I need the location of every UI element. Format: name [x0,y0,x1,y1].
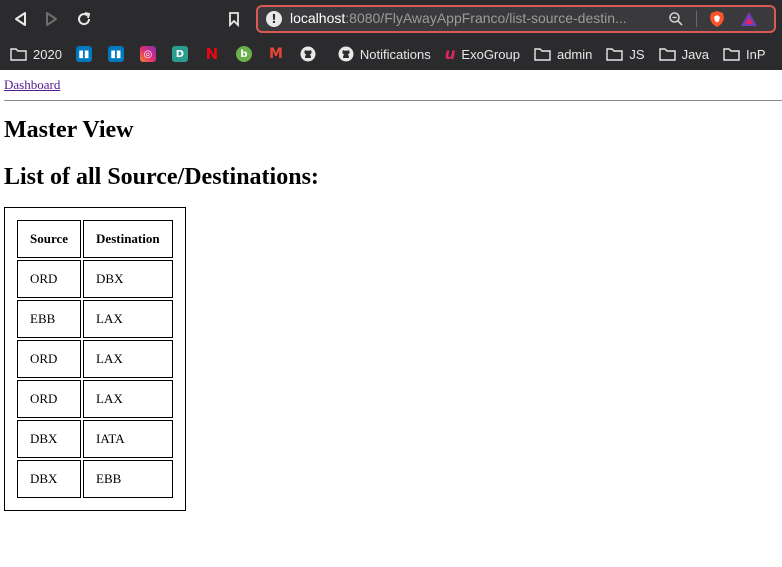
bookmark-label: InP [746,46,766,62]
green-app-icon: b [235,46,252,62]
urlbar-separator [696,11,697,27]
url-host: localhost [290,10,346,26]
folder-icon [723,48,740,61]
reload-button[interactable] [74,9,94,29]
source-cell: EBB [17,300,82,338]
bookmark-d-app[interactable]: D [171,46,188,62]
bookmark-gmail[interactable]: M [268,46,284,62]
bookmark-green-app[interactable]: b [235,46,252,62]
bookmark-github[interactable] [300,46,322,62]
github-icon [338,46,354,62]
browser-toolbar: ! localhost:8080/FlyAwayAppFranco/list-s… [0,0,782,38]
folder-icon [10,48,27,61]
column-header-destination: Destination [83,220,173,258]
back-button[interactable] [10,9,30,29]
divider [4,100,782,101]
forward-icon [46,12,57,26]
destination-cell: LAX [83,300,173,338]
page-title: Master View [4,117,134,143]
table-row: DBX IATA [17,420,173,458]
folder-icon [606,48,624,61]
page-content: Dashboard Master View List of all Source… [0,70,782,511]
destination-cell: DBX [83,260,173,298]
bookmark-exogroup[interactable]: u ExoGroup [445,45,520,63]
destination-cell: LAX [83,340,173,378]
page-subtitle: List of all Source/Destinations: [4,164,319,190]
source-cell: DBX [17,460,82,498]
bookmark-label: admin [556,46,593,62]
trello-icon: ▮▮ [75,46,92,62]
bookmark-folder-java[interactable]: Java [658,46,710,62]
bookmark-label: ExoGroup [461,46,520,62]
exogroup-icon: u [444,45,456,63]
zoom-icon[interactable] [668,11,684,32]
bookmark-netflix[interactable]: N [204,45,220,63]
table-row: ORD LAX [17,380,173,418]
bookmark-label: Notifications [359,46,431,62]
bookmark-label: 2020 [33,46,62,62]
browser-chrome: ! localhost:8080/FlyAwayAppFranco/list-s… [0,0,782,70]
source-cell: DBX [17,420,82,458]
dashboard-link[interactable]: Dashboard [4,77,60,92]
url-text[interactable]: localhost:8080/FlyAwayAppFranco/list-sou… [290,10,654,26]
reload-icon [78,12,91,26]
bookmark-folder-inp[interactable]: InP [723,47,766,62]
brave-rewards-icon[interactable] [740,10,758,33]
routes-table: Source Destination ORD DBX EBB LAX ORD L… [4,207,186,511]
table-row: ORD LAX [17,340,173,378]
destination-cell: IATA [83,420,173,458]
instagram-icon: ◎ [139,46,156,62]
url-path: :8080/FlyAwayAppFranco/list-source-desti… [345,10,627,26]
bookmark-icon [229,12,239,27]
folder-icon [534,48,551,61]
brave-shields-icon[interactable] [708,10,726,33]
table-row: DBX EBB [17,460,173,498]
bookmarks-bar: 2020 ▮▮ ▮▮ ◎ D N b M Notifications u Exo… [0,38,782,70]
bookmark-trello-1[interactable]: ▮▮ [75,46,92,62]
source-cell: ORD [17,340,82,378]
trello-icon: ▮▮ [107,46,124,62]
bookmark-folder-js[interactable]: JS [606,46,645,62]
site-info-icon[interactable]: ! [266,11,282,27]
bookmark-folder-admin[interactable]: admin [534,47,592,62]
bookmark-instagram[interactable]: ◎ [139,46,156,62]
bookmark-trello-2[interactable]: ▮▮ [107,46,124,62]
back-icon [15,12,26,26]
bookmark-folder-2020[interactable]: 2020 [10,47,62,62]
bookmark-notifications[interactable]: Notifications [338,46,431,62]
column-header-source: Source [17,220,82,258]
forward-button[interactable] [42,9,62,29]
source-cell: ORD [17,380,82,418]
table-row: ORD DBX [17,260,173,298]
bookmark-label: Java [681,46,710,62]
d-app-icon: D [171,46,188,62]
netflix-icon: N [205,45,219,63]
source-cell: ORD [17,260,82,298]
destination-cell: EBB [83,460,173,498]
folder-icon [658,48,676,61]
table-header-row: Source Destination [17,220,173,258]
address-bar[interactable]: ! localhost:8080/FlyAwayAppFranco/list-s… [256,5,776,33]
github-icon [300,46,316,62]
destination-cell: LAX [83,380,173,418]
gmail-icon: M [268,46,283,62]
bookmark-page-button[interactable] [224,9,244,29]
bookmark-label: JS [629,46,645,62]
table-row: EBB LAX [17,300,173,338]
